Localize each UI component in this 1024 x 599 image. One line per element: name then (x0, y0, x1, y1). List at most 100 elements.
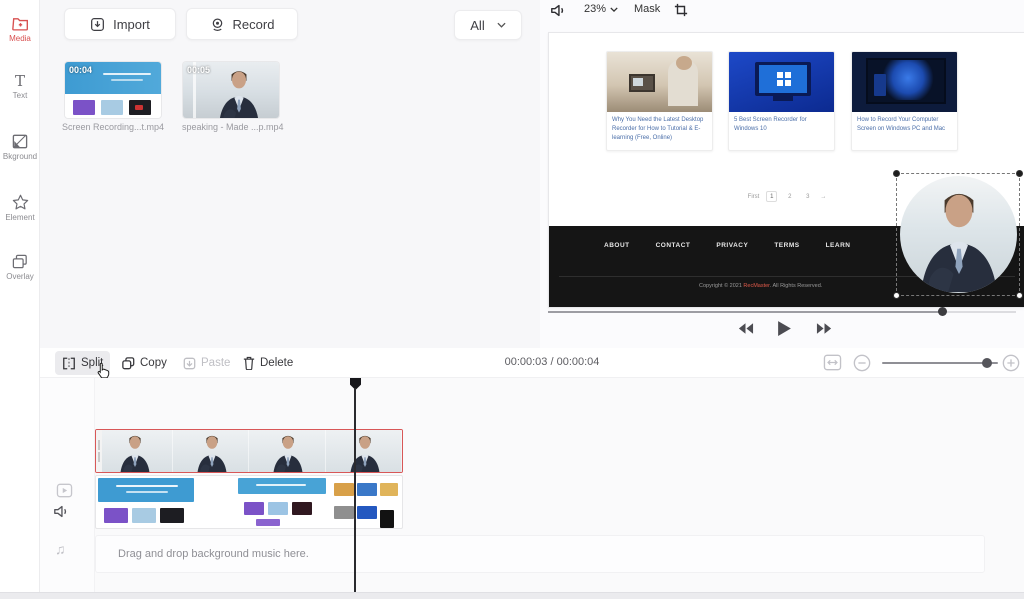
scrubber-remaining (942, 311, 1016, 313)
media-item-name: Screen Recording...t.mp4 (62, 122, 164, 132)
card-title: Why You Need the Latest Desktop Recorder… (607, 112, 712, 147)
mask-button[interactable]: Mask (634, 3, 660, 15)
chevron-down-icon (497, 22, 506, 28)
webcam-icon (210, 17, 225, 32)
sidebar-item-media[interactable]: Media (0, 16, 40, 43)
sidebar-item-label: Bkground (3, 152, 37, 161)
fit-timeline-button[interactable] (823, 354, 842, 371)
pagination-page-1[interactable]: 1 (766, 191, 777, 202)
timeline-zoom-in-button[interactable] (1002, 354, 1020, 372)
timeline-zoom-out-button[interactable] (853, 354, 871, 372)
footer-links: ABOUT CONTACT PRIVACY TERMS LEARN (604, 242, 850, 249)
volume-button[interactable] (550, 3, 567, 18)
background-image-icon (12, 134, 28, 149)
timeline-clip-screen-recording[interactable] (95, 475, 403, 529)
stage-card: How to Record Your Computer Screen on Wi… (851, 51, 958, 151)
playhead-marker[interactable] (350, 378, 361, 390)
card-image (729, 52, 834, 112)
video-track-icon[interactable] (56, 483, 73, 498)
split-button-label: Split (81, 357, 103, 369)
track-gutter: ♫ (40, 378, 95, 592)
copy-icon (122, 357, 135, 370)
sidebar-item-element[interactable]: Element (0, 194, 40, 222)
sidebar-item-label: Overlay (6, 272, 34, 281)
import-icon (90, 17, 105, 32)
media-panel: Import Record All (40, 0, 540, 348)
music-drop-zone[interactable]: Drag and drop background music here. (95, 535, 985, 573)
scrubber-played (548, 311, 942, 313)
sidebar-item-label: Text (13, 91, 28, 100)
footer-link-privacy[interactable]: PRIVACY (716, 242, 748, 249)
paste-icon (183, 357, 196, 370)
resize-handle-top-right[interactable] (1016, 170, 1023, 177)
pip-circle-mask (900, 176, 1017, 293)
music-track-icon[interactable]: ♫ (55, 541, 66, 557)
resize-handle-bottom-left[interactable] (893, 292, 900, 299)
sidebar-item-background[interactable]: Bkground (0, 134, 40, 161)
footer-link-terms[interactable]: TERMS (774, 242, 799, 249)
paste-button[interactable]: Paste (176, 351, 237, 375)
timeline-clip-speaking-video[interactable] (95, 429, 403, 473)
stage-card: Why You Need the Latest Desktop Recorder… (606, 51, 713, 151)
playhead-line (354, 388, 356, 592)
pagination-next[interactable]: → (820, 194, 826, 200)
split-button[interactable]: Split (55, 351, 110, 375)
duration-badge: 00:04 (69, 65, 92, 75)
import-button[interactable]: Import (64, 8, 176, 40)
rewind-button[interactable] (737, 322, 754, 335)
paste-button-label: Paste (201, 357, 230, 369)
preview-zoom-dropdown[interactable]: 23% (584, 3, 618, 15)
copy-button-label: Copy (140, 357, 167, 369)
sidebar-item-text[interactable]: T Text (0, 74, 40, 100)
pip-person-video (905, 184, 1013, 292)
pagination-page-3[interactable]: 3 (802, 191, 813, 202)
play-button[interactable] (777, 320, 792, 337)
delete-button-label: Delete (260, 357, 293, 369)
sidebar-item-overlay[interactable]: Overlay (0, 254, 40, 281)
scrubber-handle[interactable] (938, 307, 947, 316)
footer-link-learn[interactable]: LEARN (826, 242, 851, 249)
split-icon (62, 357, 76, 370)
record-button[interactable]: Record (186, 8, 298, 40)
thumb-body (65, 94, 161, 118)
timeline-section: Split Copy Paste D (40, 348, 1024, 592)
fast-forward-button[interactable] (816, 322, 833, 335)
pagination-first[interactable]: First (748, 194, 760, 200)
filter-value: All (470, 18, 484, 33)
speaker-icon (550, 3, 567, 18)
speaker-person-thumbnail (211, 66, 267, 118)
pagination-page-2[interactable]: 2 (784, 191, 795, 202)
timeline-zoom-slider-track[interactable] (882, 362, 998, 364)
copy-button[interactable]: Copy (115, 351, 174, 375)
card-title: 5 Best Screen Recorder for Windows 10 (729, 112, 834, 138)
preview-scrubber[interactable] (548, 307, 1016, 317)
preview-stage[interactable]: Why You Need the Latest Desktop Recorder… (548, 32, 1024, 308)
chevron-down-icon (610, 7, 618, 12)
crop-button[interactable] (674, 3, 688, 17)
media-item-screen-recording[interactable]: 00:04 (65, 62, 161, 118)
timeline-zoom-slider-handle[interactable] (982, 358, 992, 368)
card-image (852, 52, 957, 112)
music-drop-hint: Drag and drop background music here. (118, 548, 309, 560)
timeline-toolbar: Split Copy Paste D (40, 348, 1024, 378)
record-button-label: Record (233, 17, 275, 32)
sidebar-item-label: Element (5, 213, 34, 222)
footer-link-about[interactable]: ABOUT (604, 242, 630, 249)
resize-handle-top-left[interactable] (893, 170, 900, 177)
media-item-name: speaking - Made ...p.mp4 (182, 122, 284, 132)
sidebar-item-label: Media (9, 34, 31, 43)
resize-handle-bottom-right[interactable] (1016, 292, 1023, 299)
delete-button[interactable]: Delete (236, 351, 300, 375)
pip-overlay-clip[interactable] (896, 173, 1020, 296)
audio-track-icon[interactable] (53, 504, 70, 519)
media-item-speaking[interactable]: 00:05 (183, 62, 279, 118)
trash-icon (243, 356, 255, 370)
video-editor-app: Media T Text Bkground Element Overlay (0, 0, 1024, 599)
footer-link-contact[interactable]: CONTACT (656, 242, 691, 249)
media-filter-dropdown[interactable]: All (454, 10, 522, 40)
text-icon: T (15, 74, 25, 88)
clip-trim-handle-left[interactable] (96, 430, 102, 472)
bottom-edge-strip (0, 592, 1024, 599)
timecode-display: 00:00:03 / 00:00:04 (472, 356, 632, 368)
sidebar: Media T Text Bkground Element Overlay (0, 0, 40, 592)
